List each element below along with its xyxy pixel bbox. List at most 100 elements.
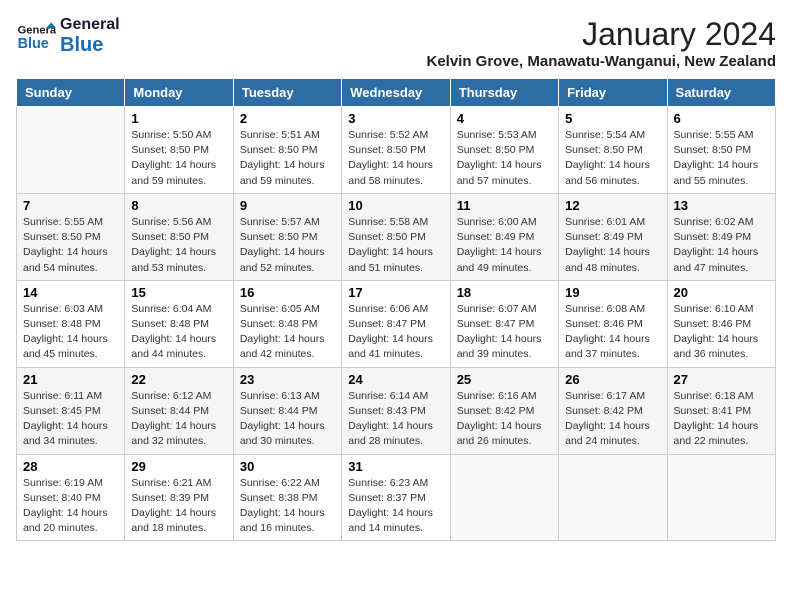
day-number: 9 <box>240 198 335 213</box>
calendar-cell: 21 Sunrise: 6:11 AM Sunset: 8:45 PM Dayli… <box>17 367 125 454</box>
day-info: Sunrise: 6:01 AM Sunset: 8:49 PM Dayligh… <box>565 215 660 276</box>
svg-text:Blue: Blue <box>18 36 49 52</box>
day-number: 8 <box>131 198 226 213</box>
day-number: 15 <box>131 285 226 300</box>
day-number: 24 <box>348 372 443 387</box>
day-info: Sunrise: 5:51 AM Sunset: 8:50 PM Dayligh… <box>240 128 335 189</box>
calendar-cell: 5 Sunrise: 5:54 AM Sunset: 8:50 PM Daylig… <box>559 107 667 194</box>
calendar-week-row: 21 Sunrise: 6:11 AM Sunset: 8:45 PM Dayli… <box>17 367 776 454</box>
day-number: 12 <box>565 198 660 213</box>
day-number: 13 <box>674 198 769 213</box>
day-info: Sunrise: 5:54 AM Sunset: 8:50 PM Dayligh… <box>565 128 660 189</box>
day-info: Sunrise: 6:07 AM Sunset: 8:47 PM Dayligh… <box>457 302 552 363</box>
calendar-header-thursday: Thursday <box>450 79 558 107</box>
calendar-cell: 8 Sunrise: 5:56 AM Sunset: 8:50 PM Daylig… <box>125 193 233 280</box>
day-info: Sunrise: 5:56 AM Sunset: 8:50 PM Dayligh… <box>131 215 226 276</box>
main-title: January 2024 <box>426 16 776 53</box>
calendar-header-monday: Monday <box>125 79 233 107</box>
logo: General Blue General Blue <box>16 16 120 56</box>
day-info: Sunrise: 6:12 AM Sunset: 8:44 PM Dayligh… <box>131 389 226 450</box>
calendar-cell: 27Sunrise: 6:18 AM Sunset: 8:41 PM Dayli… <box>667 367 775 454</box>
day-info: Sunrise: 6:16 AM Sunset: 8:42 PM Dayligh… <box>457 389 552 450</box>
day-number: 10 <box>348 198 443 213</box>
day-number: 18 <box>457 285 552 300</box>
calendar-cell: 11 Sunrise: 6:00 AM Sunset: 8:49 PM Dayli… <box>450 193 558 280</box>
day-info: Sunrise: 6:04 AM Sunset: 8:48 PM Dayligh… <box>131 302 226 363</box>
calendar-cell: 9 Sunrise: 5:57 AM Sunset: 8:50 PM Daylig… <box>233 193 341 280</box>
calendar-cell: 15 Sunrise: 6:04 AM Sunset: 8:48 PM Dayli… <box>125 280 233 367</box>
calendar-header-friday: Friday <box>559 79 667 107</box>
calendar-week-row: 1 Sunrise: 5:50 AM Sunset: 8:50 PM Daylig… <box>17 107 776 194</box>
day-number: 20 <box>674 285 769 300</box>
calendar-cell: 31Sunrise: 6:23 AM Sunset: 8:37 PM Dayli… <box>342 454 450 541</box>
day-info: Sunrise: 6:03 AM Sunset: 8:48 PM Dayligh… <box>23 302 118 363</box>
calendar-week-row: 7Sunrise: 5:55 AM Sunset: 8:50 PM Daylig… <box>17 193 776 280</box>
calendar-cell: 3 Sunrise: 5:52 AM Sunset: 8:50 PM Daylig… <box>342 107 450 194</box>
day-number: 26 <box>565 372 660 387</box>
calendar-header-tuesday: Tuesday <box>233 79 341 107</box>
day-info: Sunrise: 6:22 AM Sunset: 8:38 PM Dayligh… <box>240 476 335 537</box>
day-number: 30 <box>240 459 335 474</box>
day-info: Sunrise: 6:11 AM Sunset: 8:45 PM Dayligh… <box>23 389 118 450</box>
calendar-header-saturday: Saturday <box>667 79 775 107</box>
calendar-cell: 7Sunrise: 5:55 AM Sunset: 8:50 PM Daylig… <box>17 193 125 280</box>
day-number: 3 <box>348 111 443 126</box>
calendar-header-sunday: Sunday <box>17 79 125 107</box>
day-number: 11 <box>457 198 552 213</box>
day-number: 29 <box>131 459 226 474</box>
subtitle: Kelvin Grove, Manawatu-Wanganui, New Zea… <box>426 53 776 70</box>
calendar-cell: 2 Sunrise: 5:51 AM Sunset: 8:50 PM Daylig… <box>233 107 341 194</box>
day-number: 14 <box>23 285 118 300</box>
calendar-cell: 26Sunrise: 6:17 AM Sunset: 8:42 PM Dayli… <box>559 367 667 454</box>
day-number: 5 <box>565 111 660 126</box>
calendar-cell: 23Sunrise: 6:13 AM Sunset: 8:44 PM Dayli… <box>233 367 341 454</box>
calendar-cell: 22Sunrise: 6:12 AM Sunset: 8:44 PM Dayli… <box>125 367 233 454</box>
day-info: Sunrise: 6:02 AM Sunset: 8:49 PM Dayligh… <box>674 215 769 276</box>
day-number: 4 <box>457 111 552 126</box>
logo-general: General <box>60 16 120 34</box>
calendar-cell: 20 Sunrise: 6:10 AM Sunset: 8:46 PM Dayli… <box>667 280 775 367</box>
day-number: 25 <box>457 372 552 387</box>
calendar-table: SundayMondayTuesdayWednesdayThursdayFrid… <box>16 78 776 541</box>
calendar-header-row: SundayMondayTuesdayWednesdayThursdayFrid… <box>17 79 776 107</box>
day-info: Sunrise: 5:50 AM Sunset: 8:50 PM Dayligh… <box>131 128 226 189</box>
day-info: Sunrise: 6:21 AM Sunset: 8:39 PM Dayligh… <box>131 476 226 537</box>
calendar-header-wednesday: Wednesday <box>342 79 450 107</box>
calendar-cell <box>667 454 775 541</box>
calendar-cell: 6 Sunrise: 5:55 AM Sunset: 8:50 PM Daylig… <box>667 107 775 194</box>
calendar-cell: 17Sunrise: 6:06 AM Sunset: 8:47 PM Dayli… <box>342 280 450 367</box>
day-number: 1 <box>131 111 226 126</box>
day-number: 2 <box>240 111 335 126</box>
calendar-cell <box>450 454 558 541</box>
calendar-cell: 28Sunrise: 6:19 AM Sunset: 8:40 PM Dayli… <box>17 454 125 541</box>
day-info: Sunrise: 5:57 AM Sunset: 8:50 PM Dayligh… <box>240 215 335 276</box>
day-number: 16 <box>240 285 335 300</box>
calendar-cell: 1 Sunrise: 5:50 AM Sunset: 8:50 PM Daylig… <box>125 107 233 194</box>
day-number: 7 <box>23 198 118 213</box>
calendar-cell: 29 Sunrise: 6:21 AM Sunset: 8:39 PM Dayli… <box>125 454 233 541</box>
day-number: 17 <box>348 285 443 300</box>
day-info: Sunrise: 6:14 AM Sunset: 8:43 PM Dayligh… <box>348 389 443 450</box>
calendar-week-row: 28Sunrise: 6:19 AM Sunset: 8:40 PM Dayli… <box>17 454 776 541</box>
calendar-cell: 13 Sunrise: 6:02 AM Sunset: 8:49 PM Dayli… <box>667 193 775 280</box>
day-info: Sunrise: 6:18 AM Sunset: 8:41 PM Dayligh… <box>674 389 769 450</box>
day-info: Sunrise: 6:05 AM Sunset: 8:48 PM Dayligh… <box>240 302 335 363</box>
calendar-cell: 30 Sunrise: 6:22 AM Sunset: 8:38 PM Dayli… <box>233 454 341 541</box>
calendar-cell: 10Sunrise: 5:58 AM Sunset: 8:50 PM Dayli… <box>342 193 450 280</box>
logo-icon: General Blue <box>16 16 56 56</box>
day-number: 31 <box>348 459 443 474</box>
day-info: Sunrise: 5:55 AM Sunset: 8:50 PM Dayligh… <box>674 128 769 189</box>
calendar-cell: 25 Sunrise: 6:16 AM Sunset: 8:42 PM Dayli… <box>450 367 558 454</box>
day-number: 23 <box>240 372 335 387</box>
day-info: Sunrise: 5:52 AM Sunset: 8:50 PM Dayligh… <box>348 128 443 189</box>
calendar-cell <box>559 454 667 541</box>
calendar-cell: 19Sunrise: 6:08 AM Sunset: 8:46 PM Dayli… <box>559 280 667 367</box>
calendar-cell: 24 Sunrise: 6:14 AM Sunset: 8:43 PM Dayli… <box>342 367 450 454</box>
day-number: 21 <box>23 372 118 387</box>
calendar-cell: 16 Sunrise: 6:05 AM Sunset: 8:48 PM Dayli… <box>233 280 341 367</box>
calendar-cell: 12 Sunrise: 6:01 AM Sunset: 8:49 PM Dayli… <box>559 193 667 280</box>
day-info: Sunrise: 6:10 AM Sunset: 8:46 PM Dayligh… <box>674 302 769 363</box>
day-number: 6 <box>674 111 769 126</box>
day-info: Sunrise: 6:00 AM Sunset: 8:49 PM Dayligh… <box>457 215 552 276</box>
calendar-cell: 18 Sunrise: 6:07 AM Sunset: 8:47 PM Dayli… <box>450 280 558 367</box>
